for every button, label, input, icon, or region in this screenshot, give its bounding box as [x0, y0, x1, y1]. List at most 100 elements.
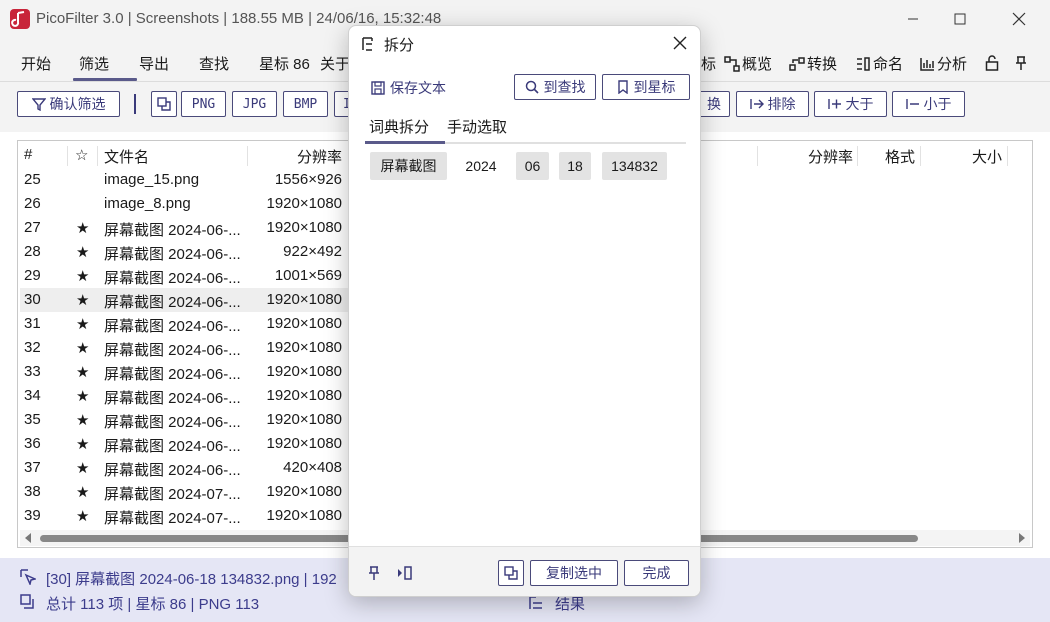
- active-tab-indicator: [365, 141, 445, 144]
- bookmark-icon: [617, 80, 629, 94]
- column-resolution-2[interactable]: 分辨率: [808, 146, 853, 167]
- row-number: 34: [24, 387, 41, 404]
- column-format[interactable]: 格式: [885, 146, 915, 167]
- row-number: 33: [24, 363, 41, 380]
- search-icon: [525, 80, 539, 94]
- star-icon: ★: [76, 340, 90, 357]
- table-row[interactable]: 32 ★ 屏幕截图 2024-06-... 1920×1080: [20, 336, 350, 360]
- to-star-button[interactable]: 到星标: [602, 74, 690, 100]
- menu-analyze[interactable]: 分析: [919, 53, 967, 74]
- row-resolution: 1920×1080: [266, 507, 343, 524]
- to-star-label: 到星标: [633, 79, 676, 95]
- confirm-filter-label: 确认筛选: [49, 96, 106, 112]
- exclude-button[interactable]: 排除: [736, 91, 809, 117]
- token-chip[interactable]: 134832: [602, 152, 667, 180]
- token-chip[interactable]: 18: [559, 152, 591, 180]
- copy-format-button[interactable]: [151, 91, 177, 117]
- table-row[interactable]: 34 ★ 屏幕截图 2024-06-... 1920×1080: [20, 384, 350, 408]
- token-chip[interactable]: 屏幕截图: [370, 152, 447, 180]
- menu-overview[interactable]: 概览: [724, 53, 772, 74]
- column-divider: [1007, 146, 1008, 166]
- panel-toggle-icon[interactable]: [397, 565, 413, 581]
- save-text-button[interactable]: 保存文本: [371, 78, 446, 98]
- menu-filter[interactable]: 筛选: [79, 53, 109, 74]
- analyze-label: 分析: [937, 56, 968, 73]
- token-chip[interactable]: 06: [516, 152, 549, 180]
- menu-rename[interactable]: 命名: [855, 53, 903, 74]
- table-row[interactable]: 39 ★ 屏幕截图 2024-07-... 1920×1080: [20, 504, 350, 528]
- app-logo-icon: [10, 9, 30, 29]
- copy-selected-button[interactable]: 复制选中: [530, 560, 618, 586]
- maximize-button[interactable]: [937, 0, 983, 38]
- menu-export[interactable]: 导出: [139, 53, 169, 74]
- row-number: 30: [24, 291, 41, 308]
- tab-manual-select[interactable]: 手动选取: [447, 116, 507, 137]
- star-icon: ★: [76, 364, 90, 381]
- format-jpg-button[interactable]: JPG: [232, 91, 277, 117]
- table-row[interactable]: 25 image_15.png 1556×926: [20, 168, 350, 192]
- star-icon: ★: [76, 412, 90, 429]
- column-filename[interactable]: 文件名: [104, 146, 149, 167]
- menu-about[interactable]: 关于: [320, 53, 350, 74]
- table-row[interactable]: 33 ★ 屏幕截图 2024-06-... 1920×1080: [20, 360, 350, 384]
- token-chip[interactable]: 2024: [456, 152, 506, 180]
- lock-icon[interactable]: [985, 55, 999, 71]
- column-star[interactable]: ☆: [75, 146, 88, 164]
- column-resolution[interactable]: 分辨率: [297, 146, 342, 167]
- menu-starred[interactable]: 星标 86: [259, 53, 310, 74]
- table-row[interactable]: 38 ★ 屏幕截图 2024-07-... 1920×1080: [20, 480, 350, 504]
- star-icon: ★: [76, 508, 90, 525]
- menu-find[interactable]: 查找: [199, 53, 229, 74]
- table-row[interactable]: 36 ★ 屏幕截图 2024-06-... 1920×1080: [20, 432, 350, 456]
- column-size[interactable]: 大小: [972, 146, 1002, 167]
- column-number[interactable]: #: [24, 146, 32, 163]
- format-bmp-button[interactable]: BMP: [283, 91, 328, 117]
- format-png-button[interactable]: PNG: [181, 91, 226, 117]
- row-resolution: 1920×1080: [266, 315, 343, 332]
- table-row[interactable]: 37 ★ 屏幕截图 2024-06-... 420×408: [20, 456, 350, 480]
- table-row[interactable]: 30 ★ 屏幕截图 2024-06-... 1920×1080: [20, 288, 350, 312]
- column-divider: [920, 146, 921, 166]
- row-resolution: 1920×1080: [266, 483, 343, 500]
- table-row[interactable]: 35 ★ 屏幕截图 2024-06-... 1920×1080: [20, 408, 350, 432]
- to-find-button[interactable]: 到查找: [514, 74, 596, 100]
- done-button[interactable]: 完成: [624, 560, 689, 586]
- row-resolution: 1920×1080: [266, 411, 343, 428]
- row-filename: 屏幕截图 2024-06-...: [104, 294, 241, 311]
- confirm-filter-button[interactable]: 确认筛选: [17, 91, 120, 117]
- greater-than-button[interactable]: 大于: [814, 91, 887, 117]
- menu-convert[interactable]: 转换: [789, 53, 837, 74]
- less-than-button[interactable]: 小于: [892, 91, 965, 117]
- row-filename: 屏幕截图 2024-06-...: [104, 438, 241, 455]
- tab-dictionary-split[interactable]: 词典拆分: [369, 116, 429, 137]
- rename-label: 命名: [873, 56, 904, 73]
- row-number: 35: [24, 411, 41, 428]
- convert-icon: [789, 56, 805, 72]
- row-number: 36: [24, 435, 41, 452]
- row-filename: 屏幕截图 2024-06-...: [104, 246, 241, 263]
- row-filename: 屏幕截图 2024-06-...: [104, 366, 241, 383]
- table-row[interactable]: 26 image_8.png 1920×1080: [20, 192, 350, 216]
- row-number: 26: [24, 195, 41, 212]
- close-window-button[interactable]: [996, 0, 1042, 38]
- to-find-label: 到查找: [543, 79, 586, 95]
- row-filename: 屏幕截图 2024-06-...: [104, 462, 241, 479]
- pin-icon[interactable]: [1014, 55, 1028, 71]
- table-row[interactable]: 31 ★ 屏幕截图 2024-06-... 1920×1080: [20, 312, 350, 336]
- menu-star-partial[interactable]: 标: [701, 53, 716, 74]
- table-row[interactable]: 28 ★ 屏幕截图 2024-06-... 922×492: [20, 240, 350, 264]
- scroll-left-icon[interactable]: [24, 533, 32, 543]
- row-filename: 屏幕截图 2024-07-...: [104, 510, 241, 527]
- pin-icon[interactable]: [367, 565, 381, 581]
- copy-icon-button[interactable]: [498, 560, 524, 586]
- row-resolution: 922×492: [283, 243, 342, 260]
- dialog-close-button[interactable]: [673, 36, 687, 50]
- column-divider: [247, 146, 248, 166]
- table-row[interactable]: 27 ★ 屏幕截图 2024-06-... 1920×1080: [20, 216, 350, 240]
- table-row[interactable]: 29 ★ 屏幕截图 2024-06-... 1001×569: [20, 264, 350, 288]
- toolbar-divider: [134, 94, 136, 114]
- row-resolution: 1556×926: [274, 171, 342, 188]
- minimize-button[interactable]: [890, 0, 936, 38]
- menu-start[interactable]: 开始: [21, 53, 51, 74]
- scroll-right-icon[interactable]: [1018, 533, 1026, 543]
